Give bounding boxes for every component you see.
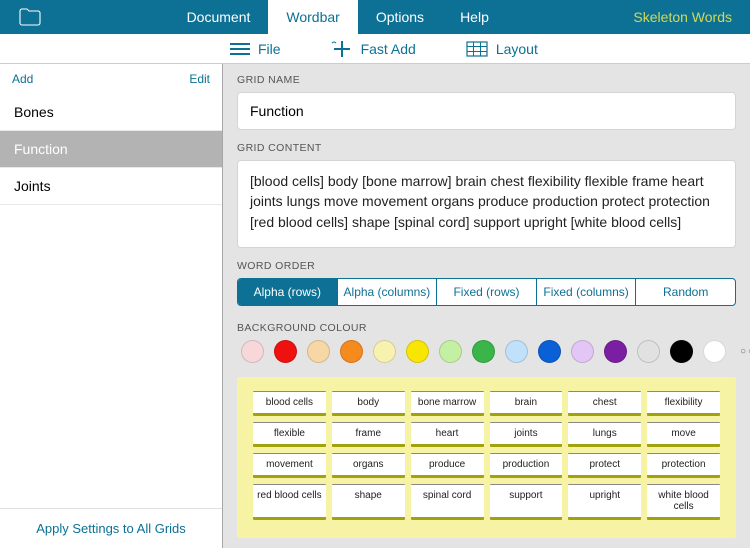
colour-swatch-13[interactable] [670,340,693,363]
sidebar: Add Edit BonesFunctionJoints Apply Setti… [0,64,223,548]
word-order-fixed-columns-[interactable]: Fixed (columns) [537,279,637,305]
word-order-alpha-rows-[interactable]: Alpha (rows) [238,279,338,305]
colour-swatch-4[interactable] [373,340,396,363]
tab-options[interactable]: Options [358,0,442,34]
file-label: File [258,41,281,57]
file-menu[interactable]: File [230,41,281,57]
layout-icon [466,41,488,57]
sidebar-item-function[interactable]: Function [0,131,222,168]
colour-swatch-1[interactable] [274,340,297,363]
colour-swatch-9[interactable] [538,340,561,363]
grid-content-input[interactable]: [blood cells] body [bone marrow] brain c… [237,160,736,248]
word-cell[interactable]: spinal cord [411,484,484,520]
top-bar: DocumentWordbarOptionsHelp Skeleton Word… [0,0,750,34]
word-cell[interactable]: lungs [568,422,641,447]
word-cell[interactable]: movement [253,453,326,478]
word-order-random[interactable]: Random [636,279,735,305]
content-pane: GRID NAME Function GRID CONTENT [blood c… [223,64,750,548]
document-title: Skeleton Words [615,0,750,34]
grid-name-input[interactable]: Function [237,92,736,130]
colour-swatch-12[interactable] [637,340,660,363]
word-cell[interactable]: body [332,391,405,416]
grid-content-label: GRID CONTENT [237,142,736,154]
layout-label: Layout [496,41,538,57]
fast-add-icon [331,39,353,59]
word-cell[interactable]: white blood cells [647,484,720,520]
word-cell[interactable]: joints [490,422,563,447]
colour-swatch-0[interactable] [241,340,264,363]
sidebar-item-joints[interactable]: Joints [0,168,222,205]
file-icon [230,42,250,56]
word-order-fixed-rows-[interactable]: Fixed (rows) [437,279,537,305]
colour-swatch-2[interactable] [307,340,330,363]
word-order-label: WORD ORDER [237,260,736,272]
edit-button[interactable]: Edit [189,72,210,86]
word-order-alpha-columns-[interactable]: Alpha (columns) [338,279,438,305]
more-colours-button[interactable]: ○○○ [740,346,750,357]
add-button[interactable]: Add [12,72,33,86]
sub-toolbar: File Fast Add Layout [0,34,750,64]
word-cell[interactable]: bone marrow [411,391,484,416]
fast-add-button[interactable]: Fast Add [331,39,416,59]
word-cell[interactable]: shape [332,484,405,520]
tab-wordbar[interactable]: Wordbar [268,0,357,34]
word-cell[interactable]: protection [647,453,720,478]
bg-colour-label: BACKGROUND COLOUR [237,322,736,334]
colour-swatch-6[interactable] [439,340,462,363]
colour-swatch-11[interactable] [604,340,627,363]
colour-swatch-5[interactable] [406,340,429,363]
topbar-tabs: DocumentWordbarOptionsHelp [169,0,507,34]
word-order-segment: Alpha (rows)Alpha (columns)Fixed (rows)F… [237,278,736,306]
word-cell[interactable]: flexibility [647,391,720,416]
colour-swatch-8[interactable] [505,340,528,363]
word-cell[interactable]: organs [332,453,405,478]
word-cell[interactable]: red blood cells [253,484,326,520]
grid-name-label: GRID NAME [237,74,736,86]
tab-document[interactable]: Document [169,0,269,34]
colour-swatch-10[interactable] [571,340,594,363]
layout-button[interactable]: Layout [466,41,538,57]
word-cell[interactable]: upright [568,484,641,520]
word-cell[interactable]: support [490,484,563,520]
colour-swatch-7[interactable] [472,340,495,363]
word-cell[interactable]: protect [568,453,641,478]
fast-add-label: Fast Add [361,41,416,57]
word-cell[interactable]: flexible [253,422,326,447]
folder-icon [19,8,41,26]
word-cell[interactable]: blood cells [253,391,326,416]
colour-swatch-14[interactable] [703,340,726,363]
word-cell[interactable]: frame [332,422,405,447]
colour-swatch-3[interactable] [340,340,363,363]
apply-all-button[interactable]: Apply Settings to All Grids [0,508,222,548]
word-cell[interactable]: chest [568,391,641,416]
word-cell[interactable]: production [490,453,563,478]
word-cell[interactable]: brain [490,391,563,416]
tab-help[interactable]: Help [442,0,507,34]
word-cell[interactable]: heart [411,422,484,447]
colour-row: ○○○ [237,340,736,363]
sidebar-item-bones[interactable]: Bones [0,94,222,131]
word-cell[interactable]: produce [411,453,484,478]
folder-button[interactable] [0,0,60,34]
grid-preview: blood cellsbodybone marrowbrainchestflex… [237,377,736,538]
word-cell[interactable]: move [647,422,720,447]
